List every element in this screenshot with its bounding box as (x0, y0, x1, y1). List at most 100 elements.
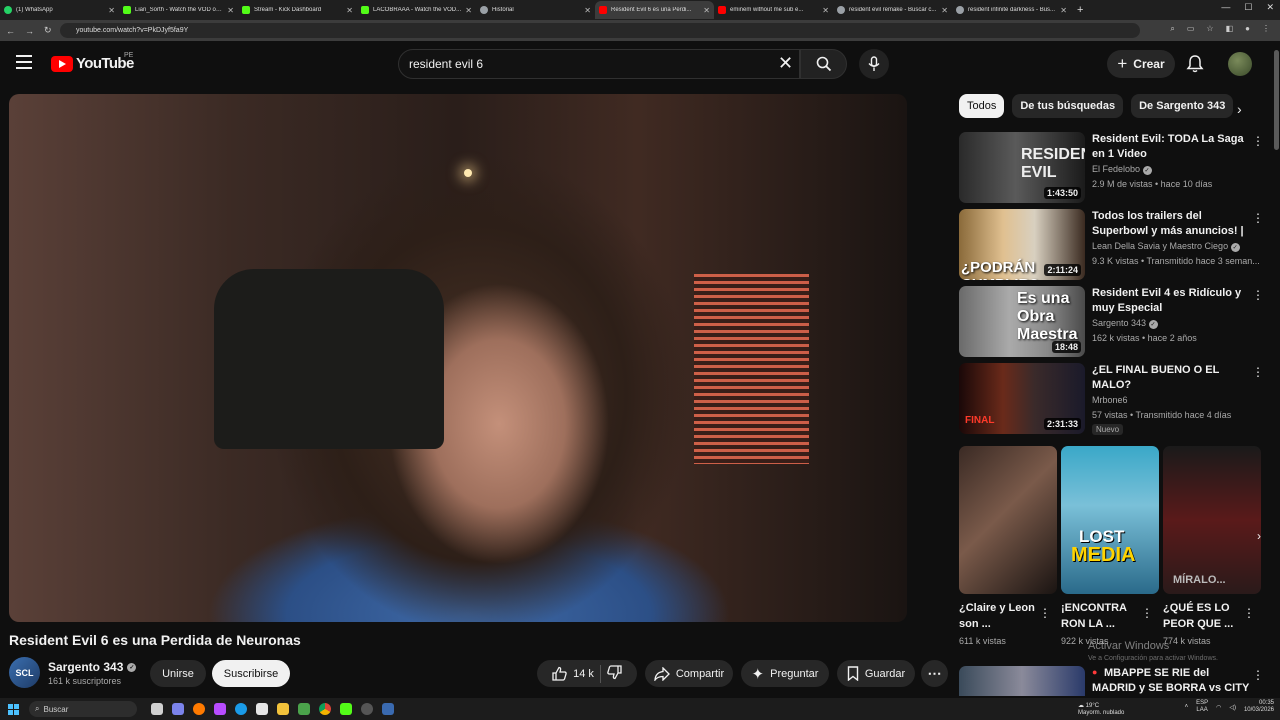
hamburger-menu-icon[interactable] (16, 55, 32, 69)
video-thumbnail[interactable]: RESIDENT EVIL 1:43:50 (959, 132, 1085, 203)
more-vertical-icon[interactable]: ⋮ (1243, 606, 1255, 620)
browser-tab[interactable]: resident evil remake - Buscar c... ✕ (833, 1, 952, 19)
minimize-icon[interactable]: — (1221, 2, 1230, 13)
video-thumbnail[interactable]: FINAL 2:31:33 (959, 363, 1085, 434)
volume-icon[interactable]: ◁) (1229, 704, 1236, 711)
zoom-icon[interactable]: ⌕ (1170, 24, 1174, 34)
url-field[interactable]: youtube.com/watch?v=PkDJyf5fa9Y (60, 23, 1140, 38)
browser-tab[interactable]: (1) WhatsApp ✕ (0, 1, 119, 19)
recommendation-item[interactable]: ¿PODRÁN CUMPLIR? 2:11:24 Todos los trail… (959, 209, 1264, 281)
close-icon[interactable]: ✕ (941, 6, 948, 15)
more-vertical-icon[interactable]: ⋮ (1252, 134, 1264, 148)
share-button[interactable]: Compartir (645, 660, 733, 687)
video-thumbnail[interactable]: Es una Obra Maestra 18:48 (959, 286, 1085, 357)
dislike-button[interactable] (607, 664, 622, 683)
reload-icon[interactable]: ↻ (44, 25, 52, 36)
ask-button[interactable]: ✦ Preguntar (741, 660, 829, 687)
short-thumbnail[interactable]: LOST MEDIA (1061, 446, 1159, 594)
store-icon[interactable] (256, 703, 268, 715)
clock[interactable]: 00:35 10/03/2026 (1244, 700, 1274, 714)
chip-from-searches[interactable]: De tus búsquedas (1012, 94, 1124, 118)
more-vertical-icon[interactable]: ⋮ (1039, 606, 1051, 620)
video-thumbnail[interactable] (959, 666, 1085, 696)
video-player[interactable] (9, 94, 907, 622)
browser-tab[interactable]: eminem without me sub e... ✕ (714, 1, 833, 19)
like-button[interactable]: 14 k (552, 666, 594, 681)
avast-icon[interactable] (193, 703, 205, 715)
more-vertical-icon[interactable]: ⋮ (1252, 668, 1264, 682)
video-thumbnail[interactable]: ¿PODRÁN CUMPLIR? 2:11:24 (959, 209, 1085, 280)
kick-app-icon[interactable] (340, 703, 352, 715)
new-tab-icon[interactable]: + (1077, 4, 1083, 16)
join-button[interactable]: Unirse (150, 660, 206, 687)
browser-tab[interactable]: Lian_Sorth - Watch the VOD on... ✕ (119, 1, 238, 19)
weather-widget[interactable]: ☁ 19°C Mayorm. nublado (1078, 703, 1124, 717)
windows-start-icon[interactable] (8, 703, 19, 715)
recommendation-item[interactable]: Es una Obra Maestra 18:48 Resident Evil 4 … (959, 286, 1264, 358)
short-item[interactable]: ¿Claire y Leon son ... 611 k vistas ⋮ (959, 446, 1057, 646)
close-icon[interactable]: ✕ (1060, 6, 1067, 15)
close-icon[interactable]: ✕ (822, 6, 829, 15)
bookmark-star-icon[interactable]: ☆ (1206, 24, 1213, 34)
scrollbar[interactable] (1274, 50, 1279, 150)
save-button[interactable]: Guardar (837, 660, 915, 687)
widgets-icon[interactable] (214, 703, 226, 715)
short-thumbnail[interactable] (959, 446, 1057, 594)
channel-name[interactable]: Lean Della Savia y Maestro Ciego ✓ (1092, 241, 1240, 252)
more-vertical-icon[interactable]: ⋮ (1252, 288, 1264, 302)
clear-search-icon[interactable]: ✕ (778, 53, 793, 73)
close-icon[interactable]: ✕ (346, 6, 353, 15)
app-icon[interactable] (382, 703, 394, 715)
tray-chevron-icon[interactable]: ˄ (1185, 704, 1189, 710)
recommendation-item[interactable]: ● MBAPPE SE RIE del MADRID y SE BORRA vs… (959, 666, 1264, 709)
browser-menu-icon[interactable]: ⋮ (1262, 24, 1270, 34)
taskbar-search[interactable]: ⌕ Buscar (29, 701, 137, 717)
more-actions-button[interactable]: ⋯ (921, 660, 948, 687)
channel-name[interactable]: Mrbone6 (1092, 395, 1128, 405)
short-item[interactable]: MÍRALO... ¿QUÉ ES LO PEOR QUE ... 774 k … (1163, 446, 1261, 646)
back-icon[interactable]: ← (6, 26, 15, 36)
channel-name[interactable]: Sargento 343 ✓ (1092, 318, 1158, 329)
close-icon[interactable]: ✕ (227, 6, 234, 15)
task-view-icon[interactable] (151, 703, 163, 715)
browser-tab[interactable]: LACOBRAAA - Watch the VOD... ✕ (357, 1, 476, 19)
chat-icon[interactable] (172, 703, 184, 715)
user-avatar[interactable] (1228, 52, 1252, 76)
language-indicator[interactable]: ESP LAA (1196, 700, 1208, 714)
edge-icon[interactable] (235, 703, 247, 715)
close-icon[interactable]: ✕ (584, 6, 591, 15)
maximize-icon[interactable]: ☐ (1244, 2, 1252, 13)
voice-search-button[interactable] (859, 49, 889, 79)
cast-icon[interactable]: ▭ (1187, 24, 1195, 34)
recommendation-item[interactable]: FINAL 2:31:33 ¿EL FINAL BUENO O EL MALO?… (959, 363, 1264, 435)
chevron-right-icon[interactable]: › (1249, 524, 1269, 548)
chip-from-channel[interactable]: De Sargento 343 (1131, 94, 1234, 118)
close-window-icon[interactable]: ✕ (1266, 2, 1274, 13)
browser-tab[interactable]: Historial ✕ (476, 1, 595, 19)
file-explorer-icon[interactable] (277, 703, 289, 715)
game-icon[interactable] (298, 703, 310, 715)
channel-avatar[interactable]: SCL (9, 657, 40, 688)
create-button[interactable]: + Crear (1107, 50, 1175, 78)
profile-icon[interactable]: ● (1245, 24, 1250, 34)
more-vertical-icon[interactable]: ⋮ (1141, 606, 1153, 620)
close-icon[interactable]: ✕ (703, 6, 710, 15)
close-icon[interactable]: ✕ (465, 6, 472, 15)
browser-tab[interactable]: resident infinite darkness - Bus... ✕ (952, 1, 1071, 19)
forward-icon[interactable]: → (25, 26, 34, 36)
more-vertical-icon[interactable]: ⋮ (1252, 211, 1264, 225)
subscribe-button[interactable]: Suscribirse (212, 660, 290, 687)
extensions-icon[interactable]: ◧ (1226, 24, 1234, 34)
chevron-right-icon[interactable]: › (1237, 101, 1242, 117)
recommendation-item[interactable]: RESIDENT EVIL 1:43:50 Resident Evil: TOD… (959, 132, 1264, 204)
notifications-bell-icon[interactable] (1186, 54, 1204, 78)
browser-tab[interactable]: Stream - Kick Dashboard ✕ (238, 1, 357, 19)
chip-all[interactable]: Todos (959, 94, 1005, 118)
obs-icon[interactable] (361, 703, 373, 715)
short-item[interactable]: LOST MEDIA ¡ENCONTRA RON LA ... 922 k vis… (1061, 446, 1159, 646)
channel-name[interactable]: El Fedelobo ✓ (1092, 164, 1152, 175)
channel-name[interactable]: Sargento 343 ✓ (48, 660, 137, 674)
youtube-logo[interactable]: YouTube PE (51, 52, 134, 72)
browser-tab-active[interactable]: Resident Evil 6 es una Perdi... ✕ (595, 1, 714, 19)
short-thumbnail[interactable]: MÍRALO... (1163, 446, 1261, 594)
